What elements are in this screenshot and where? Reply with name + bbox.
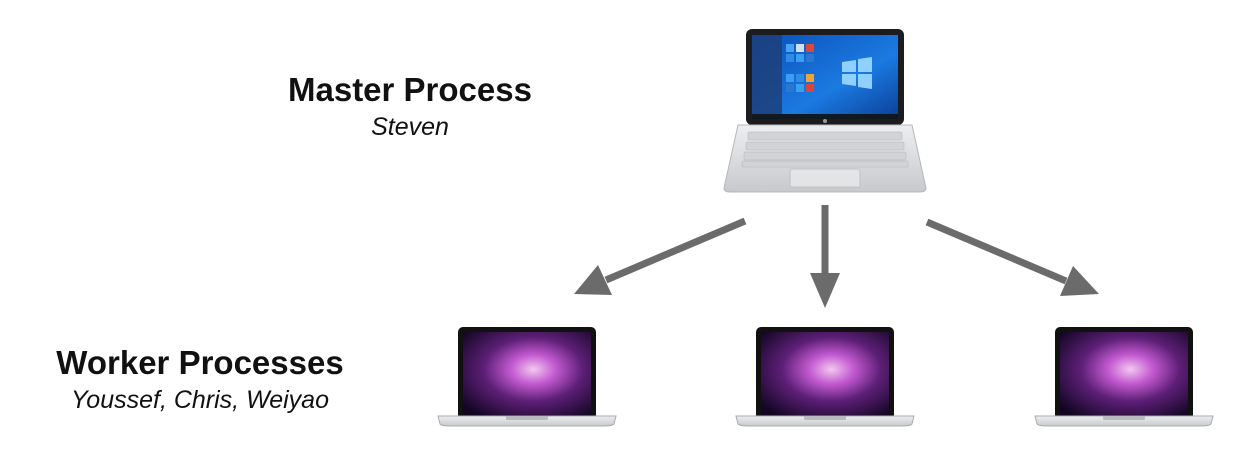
macbook-icon [1034, 327, 1214, 427]
process-diagram [437, 29, 1214, 427]
macbook-icon [437, 327, 617, 427]
arrow-master-to-worker-1 [574, 217, 747, 295]
windows-laptop-icon [723, 29, 927, 193]
arrow-master-to-worker-2 [810, 205, 840, 308]
macbook-icon [735, 327, 915, 427]
arrow-master-to-worker-3 [925, 218, 1099, 296]
